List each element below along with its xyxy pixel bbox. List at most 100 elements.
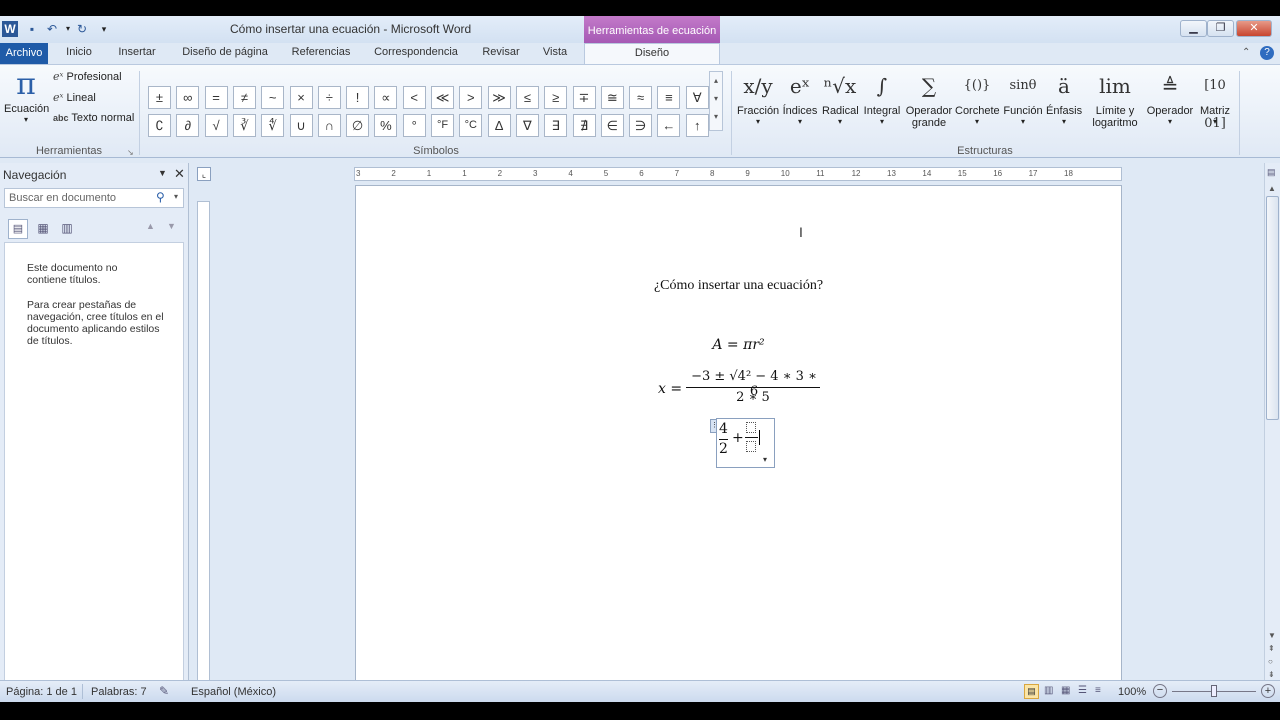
equation-options-icon[interactable]: ▾ — [763, 455, 767, 464]
symbols-scroll[interactable]: ▴ ▾ ▾ — [709, 71, 723, 131]
pages-view-icon[interactable]: ▦ — [33, 219, 53, 239]
tab-diseno-pagina[interactable]: Diseño de página — [176, 43, 274, 64]
close-icon[interactable]: ✕ — [174, 166, 185, 182]
placeholder-denominator[interactable] — [746, 441, 756, 452]
tab-archivo[interactable]: Archivo — [0, 43, 48, 64]
structure-button[interactable]: {()} Corchete ▾ — [955, 67, 1000, 126]
symbol-button[interactable]: ∝ — [374, 86, 398, 109]
tab-inicio[interactable]: Inicio — [60, 43, 98, 64]
next-icon[interactable]: ▼ — [167, 221, 176, 231]
symbol-button[interactable]: ↑ — [685, 114, 709, 137]
search-box[interactable]: Buscar en documento ⚲ ▾ — [4, 188, 184, 208]
zoom-out-icon[interactable]: − — [1153, 684, 1167, 698]
symbol-button[interactable]: ← — [657, 114, 681, 137]
horizontal-ruler[interactable]: 3 2 1 1 2 3 4 5 6 7 8 9 10 11 12 13 14 15 16 17 18 — [354, 167, 1122, 181]
tab-selector[interactable]: ⌞ — [197, 167, 211, 181]
symbol-button[interactable]: ! — [346, 86, 370, 109]
structure-button[interactable]: eˣ Índices ▾ — [782, 67, 818, 126]
symbol-button[interactable]: ≪ — [431, 86, 454, 109]
ruler-toggle-icon[interactable]: ▤ — [1267, 167, 1278, 178]
structure-button[interactable]: ⁿ√x Radical ▾ — [822, 67, 859, 126]
word-count[interactable]: Palabras: 7 — [91, 686, 147, 698]
structure-button[interactable]: ∑ Operador grande — [904, 67, 954, 129]
scroll-down-icon[interactable]: ▼ — [1268, 631, 1276, 640]
minimize-ribbon-icon[interactable]: ⌃ — [1242, 47, 1250, 58]
headings-view-icon[interactable]: ▤ — [8, 219, 28, 239]
save-icon[interactable]: ▪ — [24, 21, 40, 37]
customize-qat-icon[interactable]: ▾ — [96, 21, 112, 37]
symbol-button[interactable]: ∇ — [515, 114, 539, 137]
zoom-slider-thumb[interactable] — [1211, 685, 1217, 697]
symbol-button[interactable]: % — [374, 114, 398, 137]
dialog-launcher-icon[interactable]: ↘ — [127, 148, 134, 157]
symbol-button[interactable]: ~ — [261, 86, 285, 109]
tab-correspondencia[interactable]: Correspondencia — [368, 43, 464, 64]
tab-referencias[interactable]: Referencias — [288, 43, 354, 64]
tab-vista[interactable]: Vista — [536, 43, 574, 64]
previous-icon[interactable]: ▲ — [146, 221, 155, 231]
results-view-icon[interactable]: ▥ — [57, 219, 77, 239]
symbol-button[interactable]: ∓ — [572, 86, 596, 109]
language[interactable]: Español (México) — [191, 686, 276, 698]
redo-icon[interactable]: ↻ — [74, 21, 90, 37]
zoom-level[interactable]: 100% — [1118, 686, 1146, 698]
close-button[interactable]: ✕ — [1236, 20, 1272, 37]
scroll-thumb[interactable] — [1266, 196, 1279, 420]
structure-button[interactable]: sinθ Función ▾ — [1002, 67, 1044, 126]
symbol-button[interactable]: √ — [204, 114, 228, 137]
tab-diseno[interactable]: Diseño — [584, 43, 720, 65]
next-page-icon[interactable]: ⇟ — [1268, 670, 1275, 679]
symbol-button[interactable]: ∂ — [176, 114, 200, 137]
help-icon[interactable]: ? — [1260, 46, 1274, 60]
symbol-button[interactable]: ∀ — [685, 86, 709, 109]
browse-object-icon[interactable]: ○ — [1268, 657, 1273, 666]
symbol-button[interactable]: ∆ — [487, 114, 511, 137]
outline-icon[interactable]: ☰ — [1078, 685, 1087, 696]
symbol-button[interactable]: ∜ — [261, 114, 285, 137]
undo-icon[interactable]: ↶ — [44, 21, 60, 37]
symbol-button[interactable]: ∄ — [572, 114, 596, 137]
symbol-button[interactable]: °C — [459, 114, 483, 137]
lineal-button[interactable]: eˣ Lineal — [53, 91, 96, 107]
structure-button[interactable]: [10 01] Matriz ▾ — [1198, 67, 1232, 131]
nav-menu-icon[interactable]: ▼ — [158, 168, 167, 178]
symbol-button[interactable]: °F — [431, 114, 454, 137]
symbol-button[interactable]: ± — [148, 86, 171, 109]
symbol-button[interactable]: ≈ — [629, 86, 653, 109]
symbol-button[interactable]: ≡ — [657, 86, 681, 109]
symbol-button[interactable]: ° — [402, 114, 426, 137]
symbol-button[interactable]: ∅ — [346, 114, 370, 137]
zoom-in-icon[interactable]: + — [1261, 684, 1275, 698]
placeholder-numerator[interactable] — [746, 422, 756, 433]
structure-button[interactable]: ∫ Integral ▾ — [862, 67, 902, 126]
symbol-button[interactable]: ∞ — [176, 86, 200, 109]
scroll-up-icon[interactable]: ▲ — [1268, 184, 1276, 193]
proofing-icon[interactable]: ✎ — [159, 684, 169, 698]
tab-insertar[interactable]: Insertar — [112, 43, 162, 64]
equation-area[interactable]: A = πr² — [356, 337, 1121, 353]
symbol-button[interactable]: ≠ — [232, 86, 256, 109]
vertical-scrollbar[interactable]: ▤ ▲ ▼ ⇞ ○ ⇟ — [1264, 163, 1280, 698]
symbol-button[interactable]: ÷ — [317, 86, 341, 109]
symbol-button[interactable]: ∃ — [544, 114, 568, 137]
symbol-button[interactable]: ≥ — [544, 86, 568, 109]
search-input[interactable]: Buscar en documento — [9, 192, 116, 204]
search-icon[interactable]: ⚲ — [156, 190, 165, 204]
symbol-button[interactable]: ∋ — [629, 114, 653, 137]
full-screen-reading-icon[interactable]: ▥ — [1044, 685, 1053, 696]
symbol-button[interactable]: ≤ — [515, 86, 539, 109]
symbol-button[interactable]: × — [289, 86, 313, 109]
symbol-button[interactable]: ∪ — [289, 114, 313, 137]
symbol-button[interactable]: ∩ — [317, 114, 341, 137]
profesional-button[interactable]: eˣ Profesional — [53, 70, 122, 86]
vertical-ruler[interactable] — [197, 201, 210, 696]
texto-normal-button[interactable]: abc Texto normal — [53, 112, 134, 128]
equation-quadratic[interactable]: x = −3 ± √4² − 4 ∗ 3 ∗ 6 2 ∗ 5 — [656, 367, 826, 411]
symbol-button[interactable]: < — [402, 86, 426, 109]
previous-page-icon[interactable]: ⇞ — [1268, 644, 1275, 653]
tab-revisar[interactable]: Revisar — [478, 43, 524, 64]
print-layout-icon[interactable]: ▤ — [1024, 684, 1039, 699]
page-count[interactable]: Página: 1 de 1 — [6, 686, 77, 698]
equation-handle-icon[interactable]: ⋮ — [710, 419, 718, 433]
document-heading[interactable]: ¿Cómo insertar una ecuación? — [356, 278, 1121, 294]
